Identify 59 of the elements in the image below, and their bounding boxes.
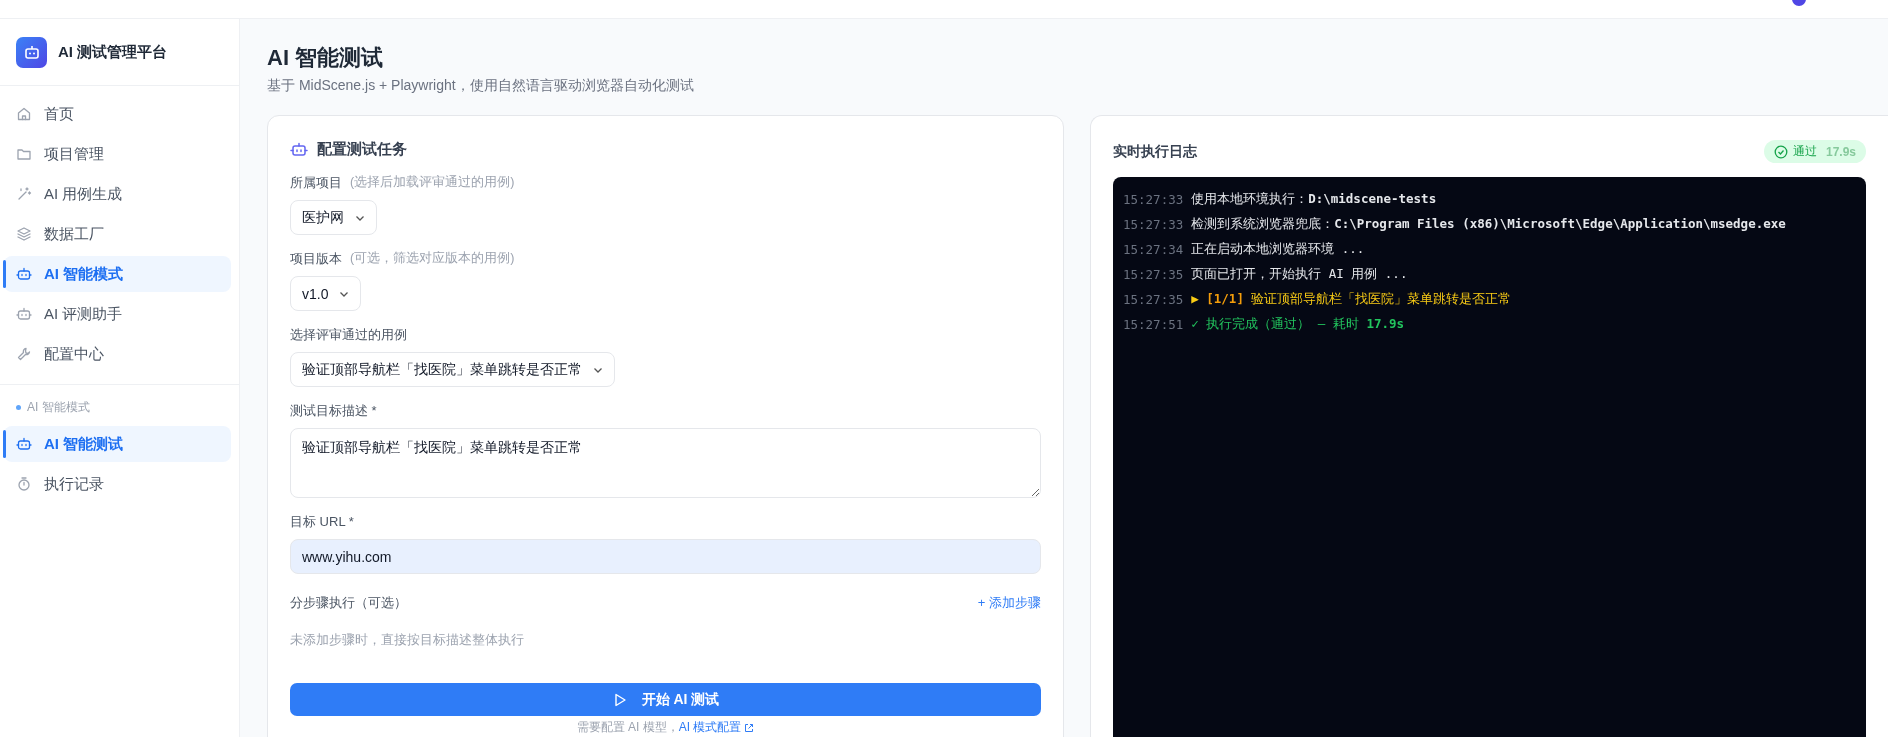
card-title: 实时执行日志 <box>1113 142 1197 161</box>
version-select[interactable]: v1.0 <box>290 276 362 311</box>
log-time: 15:27:35 <box>1123 267 1184 282</box>
robot-logo-icon <box>16 36 47 68</box>
status-badge: 通过 17.9s <box>1763 140 1866 163</box>
log-message: ✓ 执行完成（通过） — 耗时 17.9s <box>1191 316 1404 333</box>
robot-icon <box>16 436 32 452</box>
log-time: 15:27:35 <box>1123 292 1184 307</box>
goal-textarea[interactable]: 验证顶部导航栏「找医院」菜单跳转是否正常 <box>290 428 1041 498</box>
log-message: 检测到系统浏览器兜底：C:\Program Files (x86)\Microsoft\Edge\Application\msedge.exe <box>1191 216 1786 233</box>
case-select[interactable]: 验证顶部导航栏「找医院」菜单跳转是否正常 <box>290 352 615 387</box>
project-select[interactable]: 医护网 <box>290 200 377 235</box>
robot-icon <box>16 266 32 282</box>
nav-item[interactable]: 执行记录 <box>4 466 231 502</box>
nav-item[interactable]: AI 评测助手 <box>4 296 231 332</box>
robot-icon <box>290 141 308 158</box>
field-label: 所属项目 <box>290 174 342 192</box>
log-time: 15:27:34 <box>1123 242 1184 257</box>
field-label: 项目版本 <box>290 250 342 268</box>
nav-item[interactable]: AI 用例生成 <box>4 176 231 212</box>
app-name: AI 测试管理平台 <box>58 42 168 62</box>
url-input[interactable]: www.yihu.com <box>290 539 1041 574</box>
log-message: ▶ [1/1] 验证顶部导航栏「找医院」菜单跳转是否正常 <box>1191 291 1512 308</box>
external-link-icon <box>744 722 755 733</box>
log-message: 正在启动本地浏览器环境 ... <box>1191 241 1365 258</box>
field-label: 目标 URL * <box>290 513 354 531</box>
footnote-text: 需要配置 AI 模型， <box>576 720 679 734</box>
nav-item[interactable]: 项目管理 <box>4 136 231 172</box>
nav-item[interactable]: 配置中心 <box>4 336 231 372</box>
nav-item[interactable]: AI 智能测试 <box>4 426 231 462</box>
field-label: 选择评审通过的用例 <box>290 326 407 344</box>
log-time: 15:27:51 <box>1123 317 1184 332</box>
nav-item[interactable]: AI 智能模式 <box>4 256 231 292</box>
stopwatch-icon <box>16 476 32 492</box>
field-hint: (可选，筛选对应版本的用例) <box>350 250 515 267</box>
nav-item[interactable]: 数据工厂 <box>4 216 231 252</box>
check-circle-icon <box>1773 144 1788 159</box>
section-title: AI 智能模式 <box>0 395 239 422</box>
page-title: AI 智能测试 <box>267 44 385 72</box>
folder-icon <box>16 146 32 162</box>
page-subtitle: 基于 MidScene.js + Playwright，使用自然语言驱动浏览器自动化测试 <box>267 77 695 95</box>
log-time: 15:27:33 <box>1123 192 1184 207</box>
card-title: 配置测试任务 <box>317 140 407 159</box>
magic-wand-icon <box>16 186 32 202</box>
layers-icon <box>16 226 32 242</box>
log-time: 15:27:33 <box>1123 217 1184 232</box>
home-icon <box>16 106 32 122</box>
wrench-icon <box>16 346 32 362</box>
add-step-link[interactable]: + 添加步骤 <box>977 594 1041 612</box>
config-link[interactable]: AI 模式配置 <box>678 719 755 736</box>
field-hint: (选择后加载评审通过的用例) <box>350 174 515 191</box>
start-button[interactable]: 开始 AI 测试 <box>290 683 1041 716</box>
field-label: 测试目标描述 * <box>290 402 377 420</box>
robot-icon <box>16 306 32 322</box>
empty-steps-text: 未添加步骤时，直接按目标描述整体执行 <box>290 632 525 649</box>
log-message: 使用本地环境执行：D:\midscene-tests <box>1191 191 1437 208</box>
field-label: 分步骤执行（可选） <box>290 594 407 612</box>
log-message: 页面已打开，开始执行 AI 用例 ... <box>1191 266 1408 283</box>
nav-item[interactable]: 首页 <box>4 96 231 132</box>
